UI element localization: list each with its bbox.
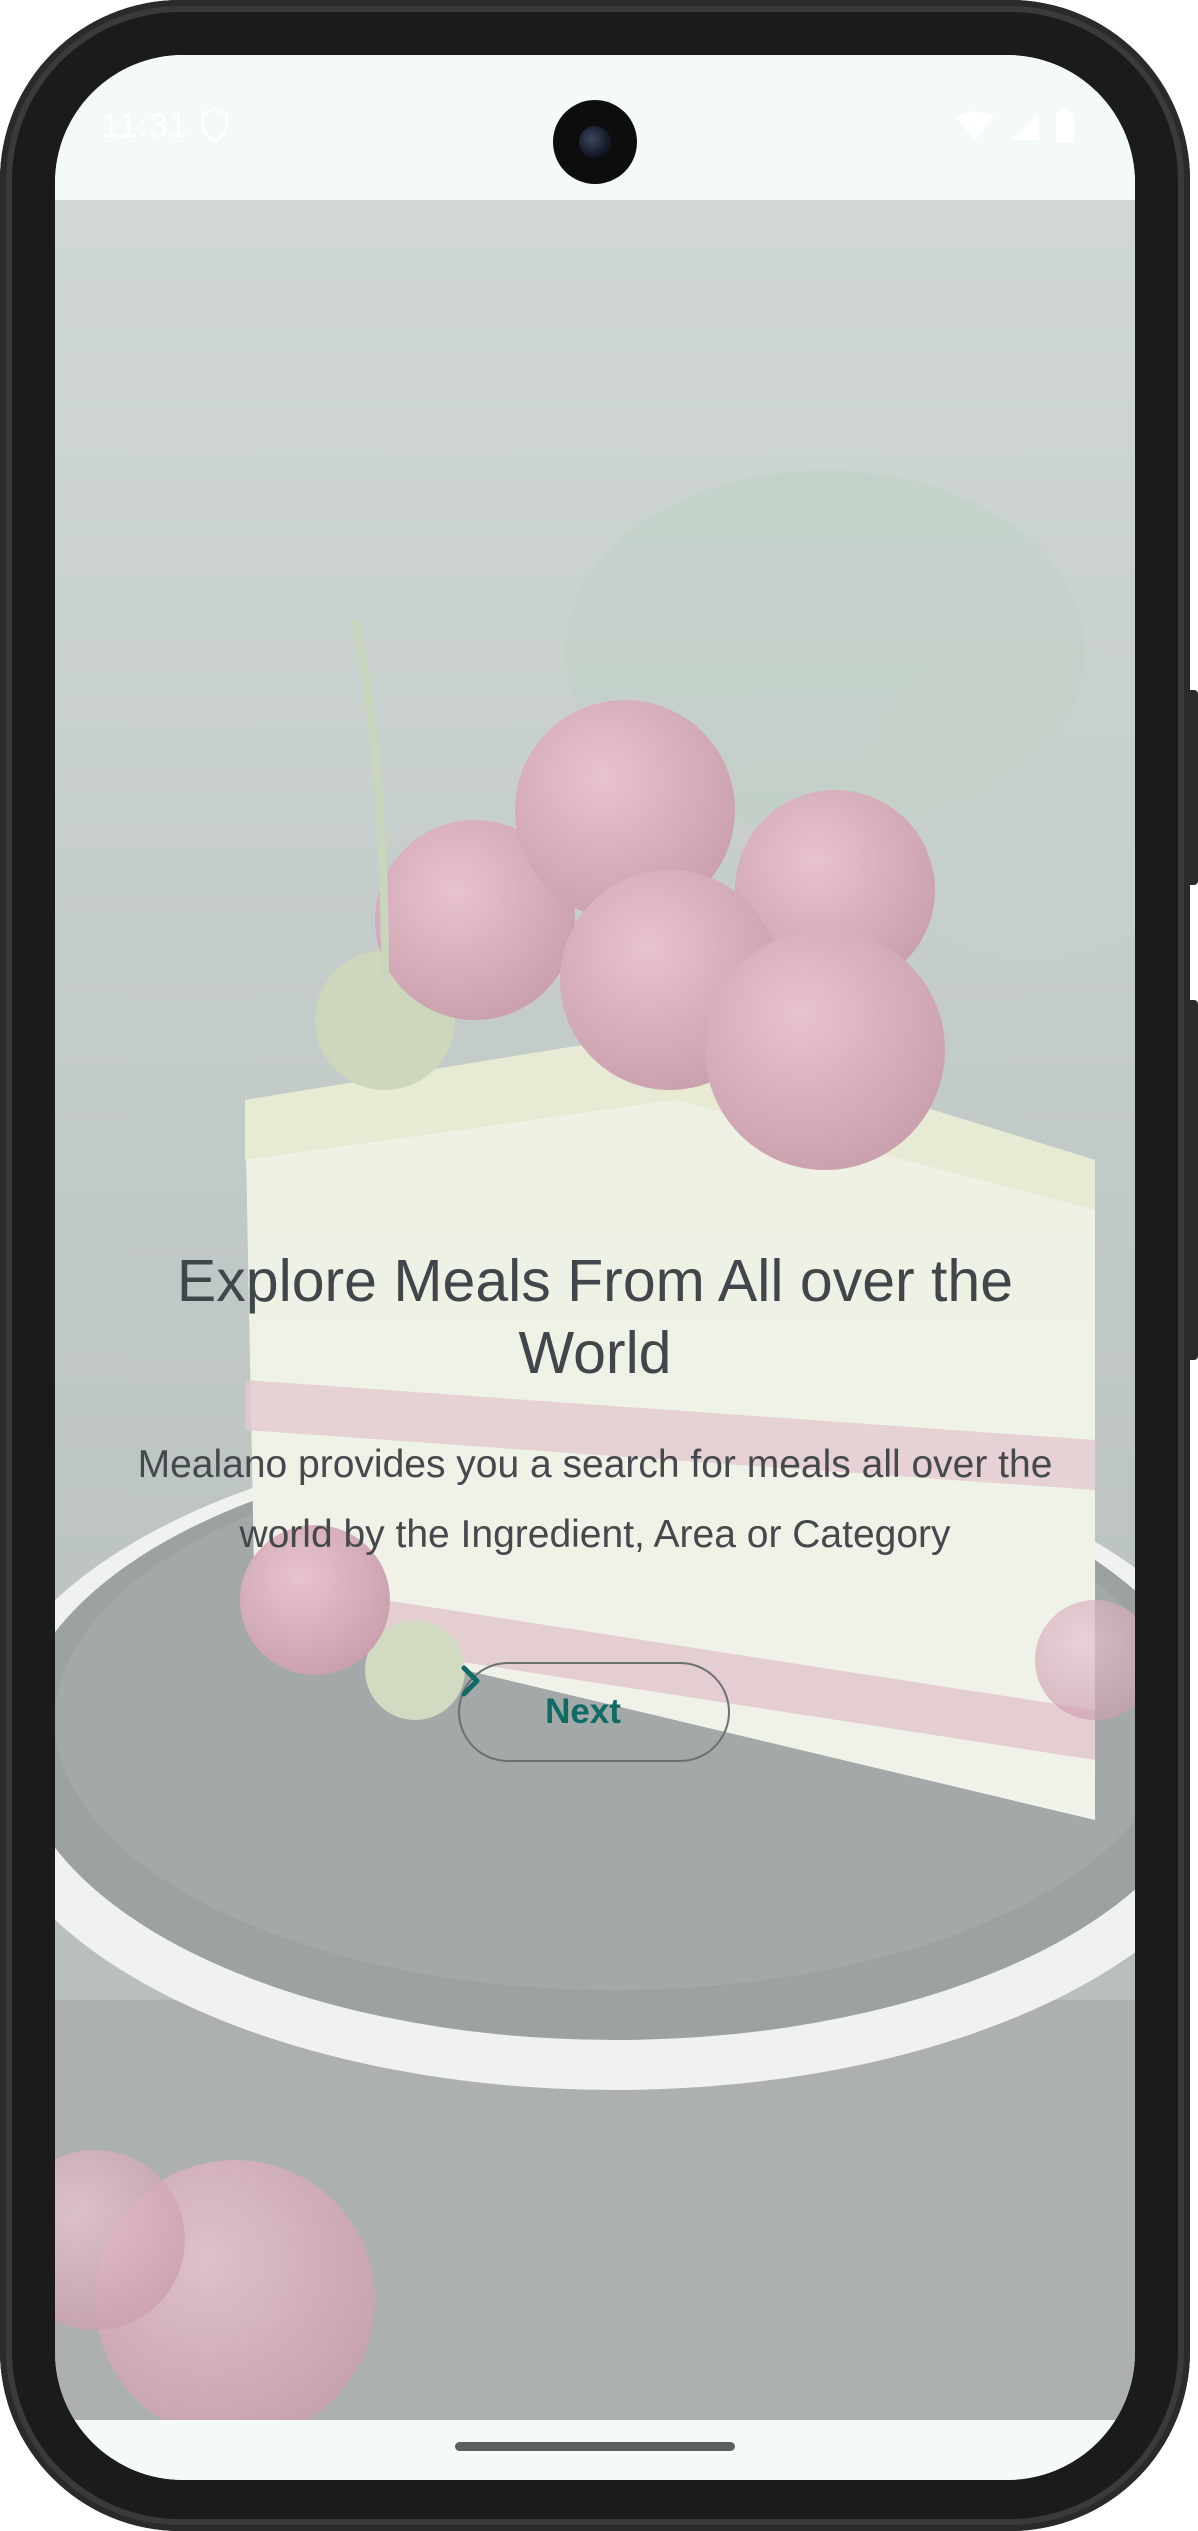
next-button-label: Next — [545, 1692, 621, 1731]
onboarding-title: Explore Meals From All over the World — [176, 1248, 1014, 1386]
battery-icon — [1055, 109, 1075, 148]
navigation-bar — [55, 2420, 1135, 2480]
power-button — [1188, 690, 1198, 885]
wifi-icon — [955, 110, 995, 147]
status-icons — [955, 109, 1075, 148]
shield-icon — [200, 107, 230, 148]
screen: 11:31 Explore Meals From All over the Wo… — [55, 55, 1135, 2480]
volume-button — [1188, 1000, 1198, 1360]
status-bar: 11:31 — [55, 55, 1135, 200]
signal-icon — [1009, 110, 1041, 147]
home-indicator[interactable] — [455, 2442, 735, 2451]
front-camera — [553, 100, 637, 184]
onboarding-page: Explore Meals From All over the World Me… — [55, 200, 1135, 2420]
next-button[interactable]: Next — [458, 1662, 730, 1762]
status-time: 11:31 — [101, 107, 189, 145]
onboarding-description: Mealano provides you a search for meals … — [137, 1443, 1053, 1556]
phone-device: 11:31 Explore Meals From All over the Wo… — [0, 0, 1198, 2531]
onboarding-content: Explore Meals From All over the World Me… — [55, 200, 1135, 2420]
